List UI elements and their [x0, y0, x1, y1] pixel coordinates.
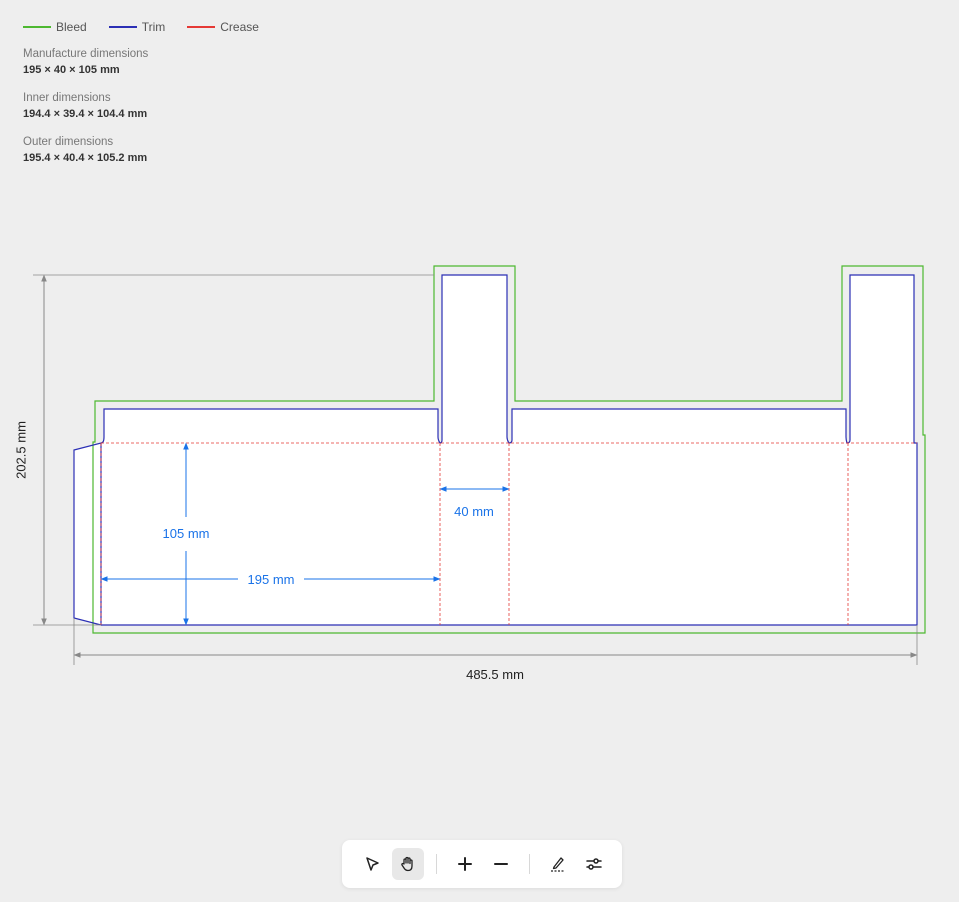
height-label: 105 mm: [163, 526, 210, 541]
panel-fill: [74, 275, 917, 625]
plus-icon: [458, 857, 472, 871]
pen-icon: [551, 857, 565, 872]
settings-tool-button[interactable]: [578, 848, 610, 880]
minus-icon: [494, 863, 508, 865]
bottom-toolbar: [342, 840, 622, 888]
toolbar-divider: [529, 854, 530, 874]
overall-height-label: 202.5 mm: [13, 421, 28, 479]
overall-width-label: 485.5 mm: [466, 667, 524, 682]
draw-tool-button[interactable]: [542, 848, 574, 880]
pointer-arrow-icon: [366, 857, 379, 871]
zoom-out-button[interactable]: [485, 848, 517, 880]
toolbar-divider: [436, 854, 437, 874]
pan-tool-button[interactable]: [392, 848, 424, 880]
overall-width-dimension: 485.5 mm: [73, 618, 918, 682]
hand-icon: [401, 856, 413, 872]
dieline-canvas[interactable]: 202.5 mm 485.5 mm 195 mm 105 mm 40 mm: [0, 0, 959, 830]
sliders-icon: [586, 858, 602, 870]
length-label: 195 mm: [248, 572, 295, 587]
select-tool-button[interactable]: [356, 848, 388, 880]
zoom-in-button[interactable]: [449, 848, 481, 880]
width-label: 40 mm: [454, 504, 494, 519]
